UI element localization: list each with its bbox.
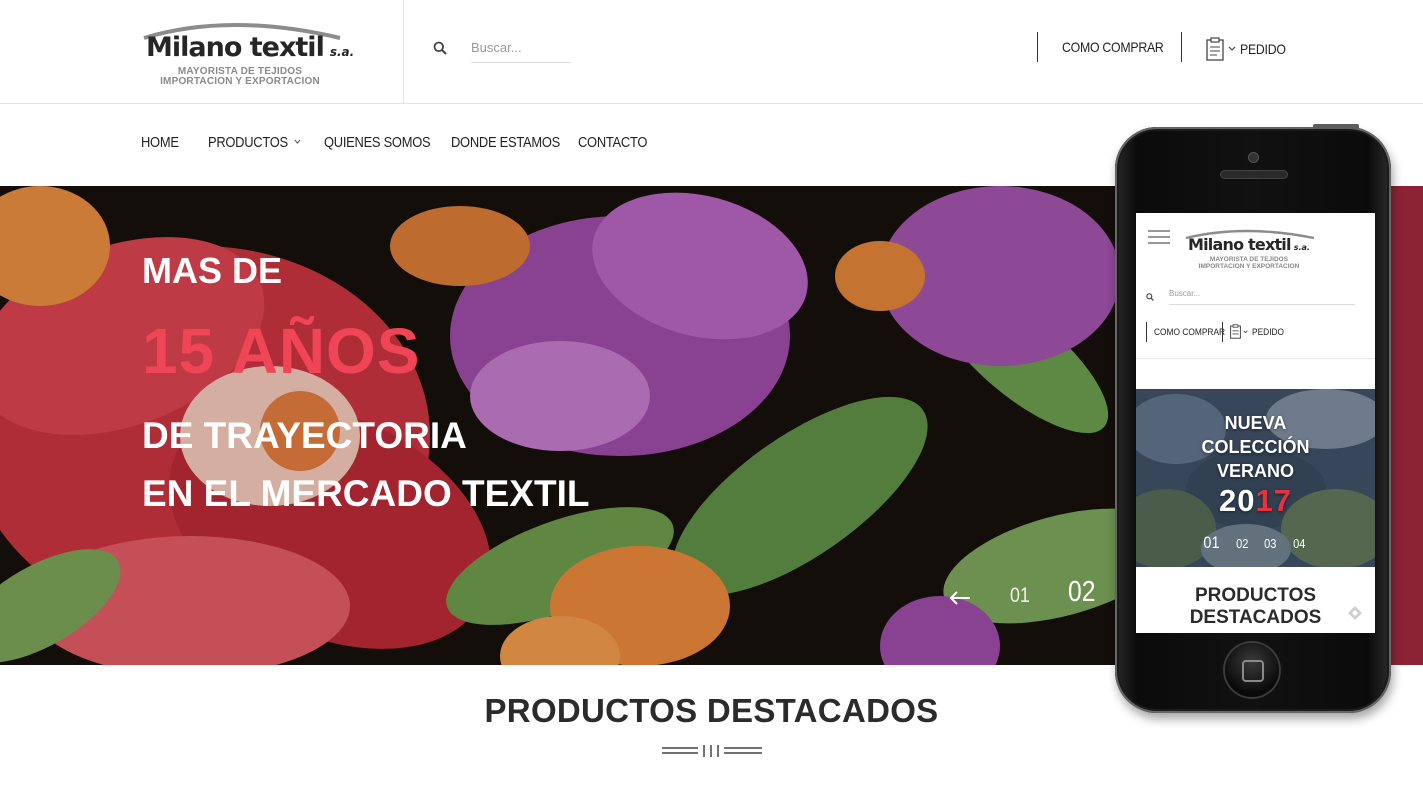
mobile-separator xyxy=(1222,322,1223,342)
hamburger-icon xyxy=(1148,230,1170,244)
nav-item-quienes-somos[interactable]: QUIENES SOMOS xyxy=(324,134,431,151)
mobile-page-2: 02 xyxy=(1236,536,1249,551)
hero-line-3: DE TRAYECTORIA xyxy=(142,415,467,456)
header-divider xyxy=(403,0,404,104)
hero-line-4: EN EL MERCADO TEXTIL xyxy=(142,473,590,514)
hero-highlight: 15 AÑOS xyxy=(142,315,421,387)
chevron-down-icon xyxy=(1228,46,1236,51)
speaker-grille xyxy=(1221,171,1287,178)
phone-screen: Milano textil s.a. MAYORISTA DE TEJIDOS I… xyxy=(1136,213,1375,633)
mobile-how-to-buy: COMO COMPRAR xyxy=(1154,327,1226,338)
chevron-down-icon xyxy=(1243,330,1248,334)
slider-page-1[interactable]: 01 xyxy=(1010,584,1030,608)
search-input[interactable] xyxy=(471,37,571,63)
nav-item-label: PRODUCTOS xyxy=(208,134,288,151)
mobile-page-4: 04 xyxy=(1292,536,1306,551)
home-button-icon xyxy=(1225,643,1279,697)
mobile-logo-tagline-1: MAYORISTA DE TEJIDOS xyxy=(1209,256,1289,263)
logo-suffix: s.a. xyxy=(329,45,355,59)
site-header: Milano textil s.a. MAYORISTA DE TEJIDOS I… xyxy=(0,0,1423,104)
slider-page-2[interactable]: 02 xyxy=(1068,576,1095,609)
mobile-page-3: 03 xyxy=(1264,536,1277,551)
year-part-2: 17 xyxy=(1255,483,1292,518)
mobile-logo-wordmark: Milano textil s.a. xyxy=(1188,235,1310,254)
nav-item-productos[interactable]: PRODUCTOS xyxy=(208,134,301,151)
mobile-banner-line-2: COLECCIÓN xyxy=(1201,437,1310,457)
phone-mockup: Milano textil s.a. MAYORISTA DE TEJIDOS I… xyxy=(1113,124,1395,715)
diamond-icon xyxy=(1348,606,1362,620)
logo-name-text: Milano textil xyxy=(146,32,325,63)
mobile-banner-pager: 01 02 03 04 xyxy=(1202,533,1306,553)
brand-logo[interactable]: Milano textil s.a. MAYORISTA DE TEJIDOS I… xyxy=(140,14,354,90)
title-divider-icon xyxy=(662,745,762,757)
mobile-separator xyxy=(1146,322,1147,342)
mobile-logo-suffix: s.a. xyxy=(1293,243,1310,252)
search-icon[interactable] xyxy=(433,41,447,55)
mobile-divider xyxy=(1136,358,1375,359)
camera-icon xyxy=(1249,153,1258,162)
mobile-section-title-2: DESTACADOS xyxy=(1189,607,1322,628)
order-button[interactable]: PEDIDO xyxy=(1206,36,1292,62)
mobile-logo: Milano textil s.a. MAYORISTA DE TEJIDOS I… xyxy=(1184,225,1324,275)
logo-wordmark: Milano textil s.a. xyxy=(146,33,354,67)
nav-item-donde-estamos[interactable]: DONDE ESTAMOS xyxy=(451,134,560,151)
mobile-banner-line-3: VERANO xyxy=(1216,461,1294,481)
nav-item-home[interactable]: HOME xyxy=(141,134,179,151)
mobile-banner: NUEVA COLECCIÓN VERANO 2017 01 02 03 04 xyxy=(1136,389,1375,567)
search-icon xyxy=(1146,293,1154,301)
arrow-left-icon[interactable] xyxy=(948,588,972,608)
chevron-down-icon xyxy=(294,139,301,144)
mobile-logo-tagline-2: IMPORTACION Y EXPORTACION xyxy=(1198,263,1300,270)
year-part-1: 20 xyxy=(1219,483,1256,518)
header-separator xyxy=(1037,32,1038,62)
order-label: PEDIDO xyxy=(1240,41,1286,57)
mobile-section-title-1: PRODUCTOS xyxy=(1194,585,1317,606)
clipboard-icon xyxy=(1230,324,1241,339)
phone-power-button xyxy=(1313,124,1359,129)
mobile-banner-line-1: NUEVA xyxy=(1224,413,1287,433)
mobile-order-label: PEDIDO xyxy=(1252,327,1285,338)
mobile-logo-name: Milano textil xyxy=(1188,235,1291,254)
hero-line-1: MAS DE xyxy=(142,250,283,291)
mobile-banner-year: 2017 xyxy=(1136,483,1375,519)
logo-tagline-2: IMPORTACION Y EXPORTACION xyxy=(160,76,320,87)
nav-item-contacto[interactable]: CONTACTO xyxy=(578,134,647,151)
clipboard-icon xyxy=(1206,37,1224,61)
mobile-search-input: Buscar... xyxy=(1169,289,1355,305)
mobile-page-1: 01 xyxy=(1203,533,1220,552)
how-to-buy-link[interactable]: COMO COMPRAR xyxy=(1062,39,1164,55)
header-separator xyxy=(1181,32,1182,62)
